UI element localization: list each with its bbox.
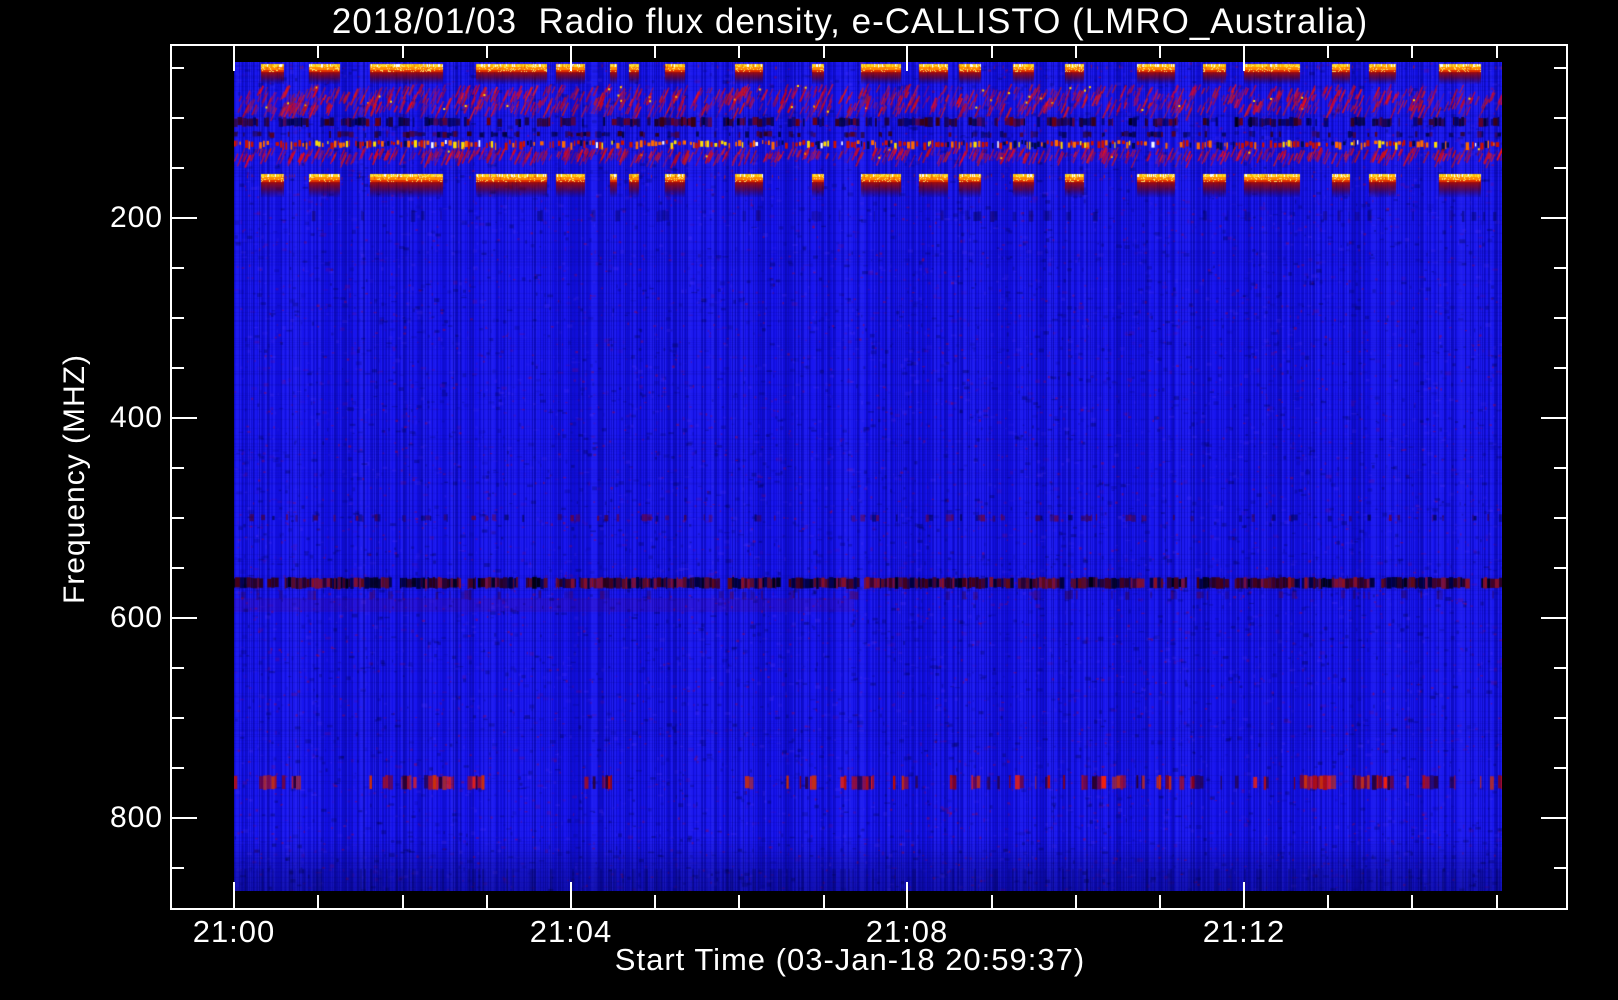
x-minor-tick-top xyxy=(654,45,656,58)
y-minor-tick-right xyxy=(1554,117,1567,119)
y-major-tick-right xyxy=(1541,617,1567,619)
x-minor-tick-top xyxy=(991,45,993,58)
y-minor-tick xyxy=(171,867,184,869)
y-tick-label: 200 xyxy=(109,201,163,234)
y-minor-tick xyxy=(171,567,184,569)
x-major-tick xyxy=(906,882,908,908)
x-minor-tick xyxy=(1496,895,1498,908)
y-major-tick xyxy=(171,417,197,419)
y-tick-label: 800 xyxy=(109,801,163,834)
x-minor-tick-top xyxy=(823,45,825,58)
x-minor-tick xyxy=(1411,895,1413,908)
y-major-tick xyxy=(171,617,197,619)
x-minor-tick xyxy=(991,895,993,908)
x-axis-title: Start Time (03-Jan-18 20:59:37) xyxy=(614,942,1086,977)
y-minor-tick xyxy=(171,117,184,119)
y-minor-tick-right xyxy=(1554,767,1567,769)
x-minor-tick xyxy=(654,895,656,908)
y-tick-label: 400 xyxy=(109,401,163,434)
y-major-tick-right xyxy=(1541,417,1567,419)
y-minor-tick xyxy=(171,717,184,719)
y-major-tick-right xyxy=(1541,217,1567,219)
x-major-tick xyxy=(570,882,572,908)
y-major-tick-right xyxy=(1541,817,1567,819)
x-major-tick-top xyxy=(570,45,572,71)
y-minor-tick xyxy=(171,467,184,469)
chart-title: 2018/01/03 Radio flux density, e-CALLIST… xyxy=(331,2,1369,41)
x-minor-tick-top xyxy=(1411,45,1413,58)
x-minor-tick-top xyxy=(317,45,319,58)
y-major-tick xyxy=(171,217,197,219)
x-minor-tick xyxy=(486,895,488,908)
y-minor-tick-right xyxy=(1554,317,1567,319)
x-minor-tick-top xyxy=(1159,45,1161,58)
y-minor-tick-right xyxy=(1554,467,1567,469)
y-minor-tick-right xyxy=(1554,167,1567,169)
y-minor-tick-right xyxy=(1554,717,1567,719)
y-minor-tick xyxy=(171,317,184,319)
x-minor-tick-top xyxy=(1075,45,1077,58)
x-minor-tick xyxy=(1327,895,1329,908)
plot-frame xyxy=(170,44,1568,910)
y-major-tick xyxy=(171,817,197,819)
x-minor-tick xyxy=(823,895,825,908)
x-minor-tick xyxy=(1159,895,1161,908)
x-minor-tick xyxy=(1075,895,1077,908)
y-minor-tick xyxy=(171,167,184,169)
y-minor-tick-right xyxy=(1554,867,1567,869)
x-minor-tick-top xyxy=(1327,45,1329,58)
x-major-tick xyxy=(233,882,235,908)
x-minor-tick-top xyxy=(486,45,488,58)
y-minor-tick xyxy=(171,517,184,519)
y-minor-tick-right xyxy=(1554,667,1567,669)
y-minor-tick-right xyxy=(1554,67,1567,69)
x-minor-tick-top xyxy=(402,45,404,58)
y-minor-tick-right xyxy=(1554,567,1567,569)
y-minor-tick xyxy=(171,267,184,269)
x-minor-tick-top xyxy=(1496,45,1498,58)
x-minor-tick xyxy=(402,895,404,908)
spectrogram-figure: 2018/01/03 Radio flux density, e-CALLIST… xyxy=(0,0,1618,1000)
y-minor-tick xyxy=(171,67,184,69)
y-minor-tick xyxy=(171,367,184,369)
x-major-tick-top xyxy=(233,45,235,71)
x-minor-tick-top xyxy=(738,45,740,58)
y-tick-label: 600 xyxy=(109,601,163,634)
y-minor-tick xyxy=(171,667,184,669)
x-major-tick-top xyxy=(1243,45,1245,71)
x-minor-tick xyxy=(738,895,740,908)
y-minor-tick-right xyxy=(1554,267,1567,269)
x-major-tick-top xyxy=(906,45,908,71)
y-minor-tick-right xyxy=(1554,367,1567,369)
x-minor-tick xyxy=(317,895,319,908)
y-minor-tick xyxy=(171,767,184,769)
x-major-tick xyxy=(1243,882,1245,908)
y-minor-tick-right xyxy=(1554,517,1567,519)
